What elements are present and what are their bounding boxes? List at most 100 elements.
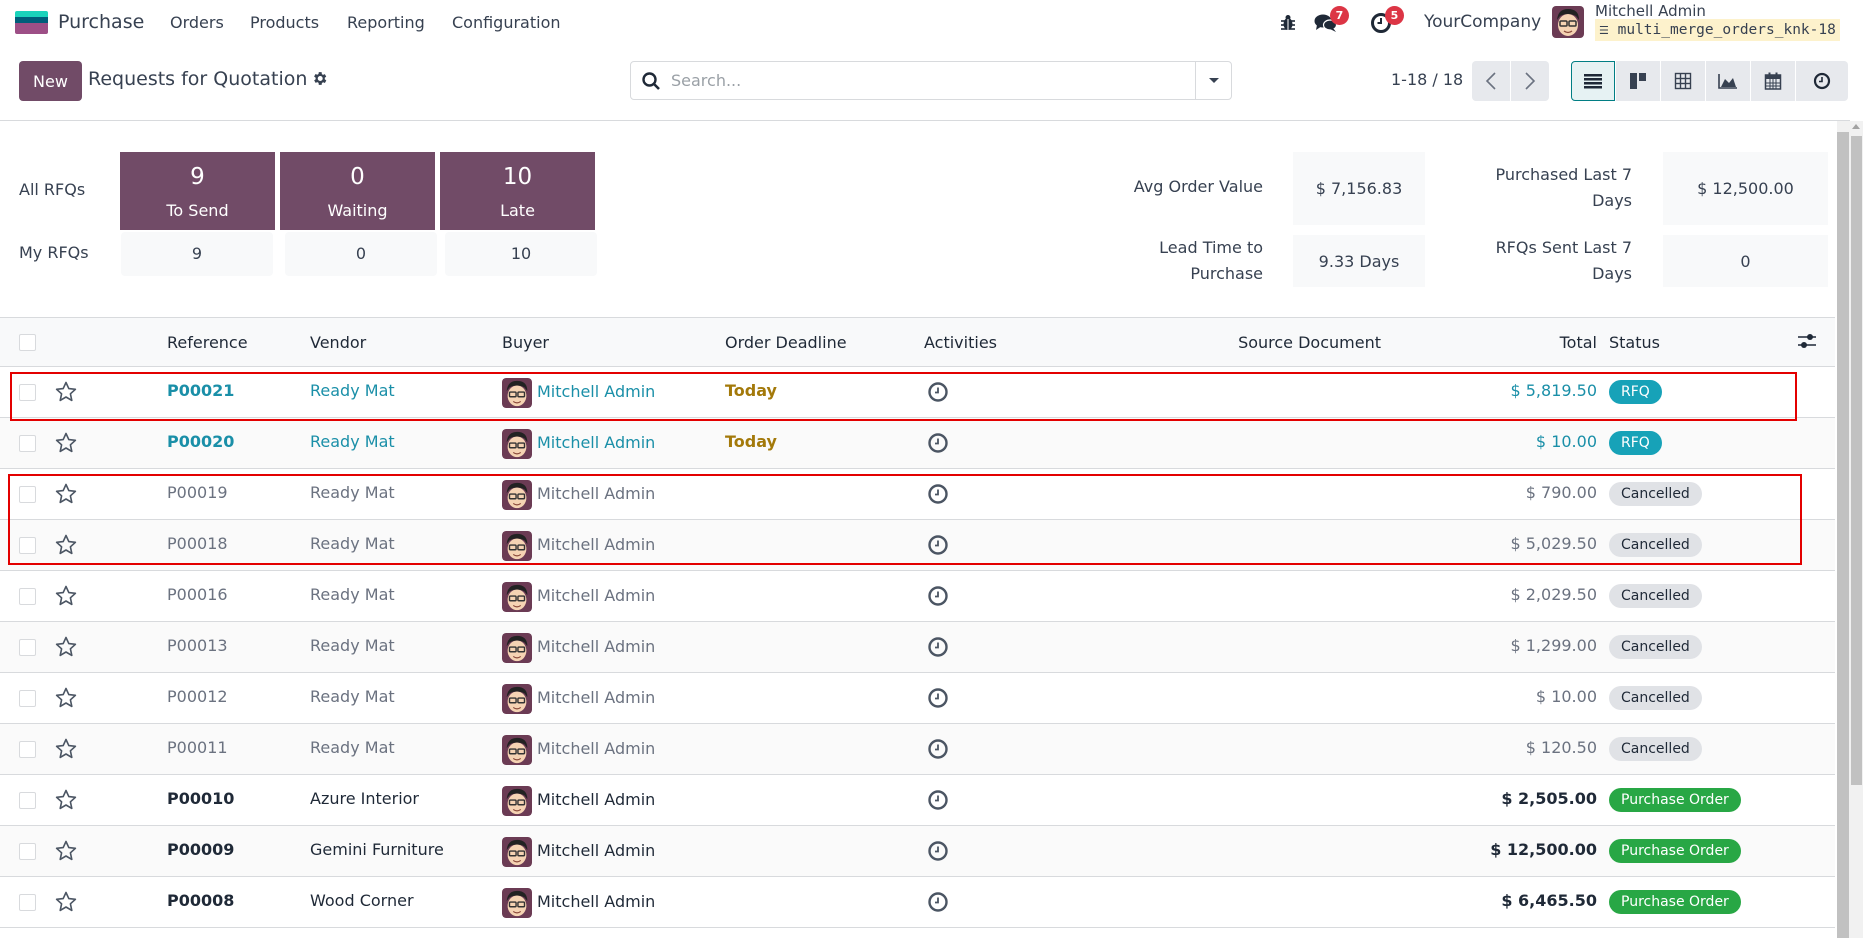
activity-clock-icon[interactable] — [927, 738, 949, 760]
reference-cell[interactable]: P00008 — [167, 891, 234, 910]
user-avatar[interactable] — [1552, 6, 1584, 38]
activity-clock-icon[interactable] — [927, 789, 949, 811]
column-header-reference[interactable]: Reference — [167, 333, 248, 352]
table-row[interactable]: P00012 Ready Mat Mitchell Admin $ 10.00 … — [0, 673, 1835, 724]
activity-clock-icon[interactable] — [927, 840, 949, 862]
row-checkbox[interactable] — [19, 486, 36, 503]
reference-cell[interactable]: P00010 — [167, 789, 234, 808]
column-header-total[interactable]: Total — [1560, 333, 1597, 352]
reference-cell[interactable]: P00020 — [167, 432, 234, 451]
new-button[interactable]: New — [19, 61, 82, 101]
row-checkbox[interactable] — [19, 690, 36, 707]
search-input[interactable] — [671, 66, 1181, 95]
star-icon[interactable] — [54, 686, 78, 710]
column-header-vendor[interactable]: Vendor — [310, 333, 366, 352]
activity-clock-icon[interactable] — [927, 534, 949, 556]
reference-cell[interactable]: P00018 — [167, 534, 228, 553]
my-to-send-count[interactable]: 9 — [121, 232, 273, 276]
activity-clock-icon[interactable] — [927, 891, 949, 913]
tile-late[interactable]: 10 Late — [440, 152, 595, 230]
row-checkbox[interactable] — [19, 843, 36, 860]
row-checkbox[interactable] — [19, 435, 36, 452]
buyer-cell: Mitchell Admin — [537, 637, 656, 656]
menu-products[interactable]: Products — [250, 13, 319, 32]
reference-cell[interactable]: P00009 — [167, 840, 234, 859]
my-waiting-count[interactable]: 0 — [285, 232, 437, 276]
gear-icon[interactable] — [311, 70, 328, 87]
row-checkbox[interactable] — [19, 639, 36, 656]
pager-next-button[interactable] — [1511, 61, 1549, 101]
reference-cell[interactable]: P00011 — [167, 738, 228, 757]
pager-value[interactable]: 1-18 / 18 — [1391, 70, 1463, 89]
search-options-toggle[interactable] — [1195, 62, 1231, 99]
activity-clock-icon[interactable] — [927, 381, 949, 403]
table-row[interactable]: P00010 Azure Interior Mitchell Admin $ 2… — [0, 775, 1835, 826]
reference-cell[interactable]: P00019 — [167, 483, 228, 502]
table-row[interactable]: P00011 Ready Mat Mitchell Admin $ 120.50… — [0, 724, 1835, 775]
view-graph-button[interactable] — [1706, 61, 1750, 101]
menu-orders[interactable]: Orders — [170, 13, 224, 32]
purchase-app-icon[interactable] — [15, 11, 48, 34]
column-header-activities[interactable]: Activities — [924, 333, 997, 352]
star-icon[interactable] — [54, 839, 78, 863]
table-row[interactable]: P00016 Ready Mat Mitchell Admin $ 2,029.… — [0, 571, 1835, 622]
view-calendar-button[interactable] — [1751, 61, 1795, 101]
table-row[interactable]: P00019 Ready Mat Mitchell Admin $ 790.00… — [0, 469, 1835, 520]
column-header-order-deadline[interactable]: Order Deadline — [725, 333, 847, 352]
app-name[interactable]: Purchase — [58, 11, 144, 33]
optional-columns-toggle[interactable] — [1797, 332, 1819, 354]
activity-clock-icon[interactable] — [927, 636, 949, 658]
table-row[interactable]: P00013 Ready Mat Mitchell Admin $ 1,299.… — [0, 622, 1835, 673]
reference-cell[interactable]: P00021 — [167, 381, 234, 400]
tile-waiting[interactable]: 0 Waiting — [280, 152, 435, 230]
reference-cell[interactable]: P00016 — [167, 585, 228, 604]
column-header-status[interactable]: Status — [1609, 333, 1660, 352]
reference-cell[interactable]: P00013 — [167, 636, 228, 655]
row-checkbox[interactable] — [19, 537, 36, 554]
row-checkbox[interactable] — [19, 588, 36, 605]
my-late-count[interactable]: 10 — [445, 232, 597, 276]
menu-reporting[interactable]: Reporting — [347, 13, 425, 32]
row-checkbox[interactable] — [19, 792, 36, 809]
table-row[interactable]: P00020 Ready Mat Mitchell Admin Today $ … — [0, 418, 1835, 469]
table-row[interactable]: P00018 Ready Mat Mitchell Admin $ 5,029.… — [0, 520, 1835, 571]
activity-clock-icon[interactable] — [927, 585, 949, 607]
tile-to-send[interactable]: 9 To Send — [120, 152, 275, 230]
row-checkbox[interactable] — [19, 741, 36, 758]
table-row[interactable]: P00021 Ready Mat Mitchell Admin Today $ … — [0, 367, 1835, 418]
row-checkbox[interactable] — [19, 384, 36, 401]
star-icon[interactable] — [54, 788, 78, 812]
star-icon[interactable] — [54, 737, 78, 761]
activity-clock-icon[interactable] — [927, 483, 949, 505]
all-rfqs-label: All RFQs — [19, 180, 86, 199]
column-header-buyer[interactable]: Buyer — [502, 333, 549, 352]
pager-previous-button[interactable] — [1472, 61, 1510, 101]
star-icon[interactable] — [54, 380, 78, 404]
view-pivot-button[interactable] — [1661, 61, 1705, 101]
reference-cell[interactable]: P00012 — [167, 687, 228, 706]
activity-clock-icon[interactable] — [927, 432, 949, 454]
table-row[interactable]: P00009 Gemini Furniture Mitchell Admin $… — [0, 826, 1835, 877]
page-scrollbar-thumb[interactable] — [1851, 136, 1862, 785]
activity-clock-icon[interactable] — [927, 687, 949, 709]
view-list-button[interactable] — [1571, 61, 1615, 101]
select-all-checkbox[interactable] — [19, 334, 36, 351]
star-icon[interactable] — [54, 533, 78, 557]
star-icon[interactable] — [54, 482, 78, 506]
user-name[interactable]: Mitchell Admin — [1595, 2, 1706, 20]
company-switcher[interactable]: YourCompany — [1424, 12, 1541, 32]
scroll-up-arrow[interactable] — [1852, 124, 1860, 129]
star-icon[interactable] — [54, 584, 78, 608]
list-scrollbar[interactable] — [1837, 132, 1849, 938]
menu-configuration[interactable]: Configuration — [452, 13, 561, 32]
star-icon[interactable] — [54, 635, 78, 659]
table-row[interactable]: P00008 Wood Corner Mitchell Admin $ 6,46… — [0, 877, 1835, 928]
view-activity-button[interactable] — [1796, 61, 1848, 101]
star-icon[interactable] — [54, 890, 78, 914]
buyer-cell: Mitchell Admin — [537, 535, 656, 554]
star-icon[interactable] — [54, 431, 78, 455]
bug-icon[interactable] — [1275, 10, 1301, 36]
view-kanban-button[interactable] — [1616, 61, 1660, 101]
column-header-source-document[interactable]: Source Document — [1238, 333, 1381, 352]
row-checkbox[interactable] — [19, 894, 36, 911]
